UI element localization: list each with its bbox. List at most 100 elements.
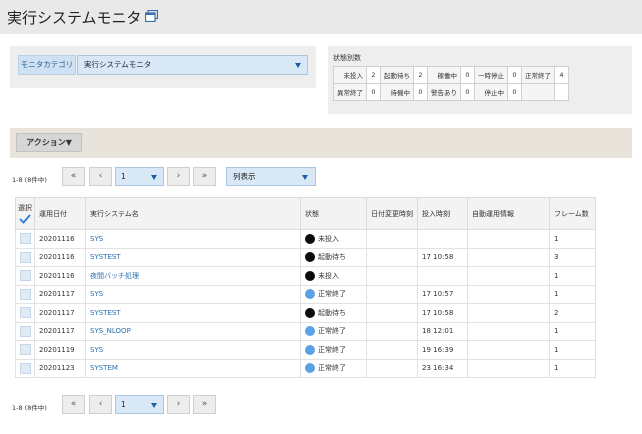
status-text: 未投入 xyxy=(318,271,339,280)
auto-info-cell xyxy=(467,321,550,341)
table-row[interactable]: 20201116 夜間バッチ処理 未投入 1 xyxy=(15,266,596,286)
table-row[interactable]: 20201116 SYS 未投入 1 xyxy=(15,229,596,249)
prev-page-button[interactable]: ‹ xyxy=(89,167,112,186)
status-label: 一時停止 xyxy=(474,66,508,84)
auto-info-column-header[interactable]: 自動運用情報 xyxy=(467,197,550,230)
system-name-link[interactable]: SYS_NLOOP xyxy=(85,321,301,341)
system-name-link[interactable]: SYSTEM xyxy=(85,358,301,378)
table-row[interactable]: 20201123 SYSTEM 正常終了 23 16:34 1 xyxy=(15,358,596,378)
page-number: 1 xyxy=(121,172,126,181)
system-name-link[interactable]: 夜間バッチ処理 xyxy=(85,266,301,286)
table-row[interactable]: 20201117 SYS_NLOOP 正常終了 18 12:01 1 xyxy=(15,321,596,341)
auto-info-cell xyxy=(467,358,550,378)
input-time-cell: 23 16:34 xyxy=(417,358,468,378)
input-time-column-header[interactable]: 投入時刻 xyxy=(417,197,468,230)
status-count-table: 未投入 2 起動待ち 2 稼働中 0 一時停止 0 正常終了 4 異常終了 0 … xyxy=(333,66,569,101)
prev-page-button[interactable]: ‹ xyxy=(89,395,112,414)
status-label: 未投入 xyxy=(333,66,367,84)
row-checkbox[interactable] xyxy=(19,233,31,245)
row-checkbox[interactable] xyxy=(19,270,31,282)
status-cell: 起動待ち xyxy=(300,247,367,267)
first-page-button[interactable]: « xyxy=(62,395,85,414)
table-row[interactable]: 20201119 SYS 正常終了 19 16:39 1 xyxy=(15,340,596,360)
select-cell xyxy=(15,229,35,249)
date-cell: 20201119 xyxy=(34,340,86,360)
chevron-down-icon xyxy=(302,175,308,180)
last-page-button[interactable]: » xyxy=(193,167,216,186)
check-icon xyxy=(19,213,31,224)
table-row[interactable]: 20201117 SYSTEST 起動待ち 17 10:58 2 xyxy=(15,303,596,323)
select-cell xyxy=(15,303,35,323)
date-cell: 20201123 xyxy=(34,358,86,378)
system-name-link[interactable]: SYS xyxy=(85,229,301,249)
chevron-down-icon xyxy=(151,175,157,180)
page-select[interactable]: 1 xyxy=(115,395,164,414)
status-label: 稼働中 xyxy=(427,66,461,84)
system-name-link[interactable]: SYSTEST xyxy=(85,247,301,267)
status-cell: 未投入 xyxy=(300,229,367,249)
row-checkbox[interactable] xyxy=(19,344,31,356)
first-page-button[interactable]: « xyxy=(62,167,85,186)
row-checkbox[interactable] xyxy=(19,362,31,374)
category-selected-value: 実行システムモニタ xyxy=(84,60,152,69)
status-value: 0 xyxy=(413,83,428,101)
status-dot-icon xyxy=(305,233,315,244)
status-label: 正常終了 xyxy=(521,66,555,84)
select-cell xyxy=(15,340,35,360)
action-menu-button[interactable]: アクション▼ xyxy=(16,133,82,152)
select-column-header[interactable]: 選択 xyxy=(15,197,35,230)
date-cell: 20201116 xyxy=(34,229,86,249)
status-value: 0 xyxy=(460,83,475,101)
select-cell xyxy=(15,358,35,378)
page-title: 実行システムモニタ xyxy=(7,9,142,27)
frames-cell: 1 xyxy=(549,229,596,249)
status-dot-icon xyxy=(305,363,315,374)
system-name-column-header[interactable]: 実行システム名 xyxy=(85,197,301,230)
table-header-row: 選択 運用日付 実行システム名 状態 日付変更時刻 投入時刻 自動運用情報 フレ… xyxy=(15,197,596,230)
frames-cell: 2 xyxy=(549,303,596,323)
system-name-link[interactable]: SYS xyxy=(85,284,301,304)
status-dot-icon xyxy=(305,307,315,318)
status-text: 起動待ち xyxy=(318,308,346,317)
pager-bottom: 1-8 (8件中) « ‹ 1 › » xyxy=(12,395,222,415)
system-name-link[interactable]: SYSTEST xyxy=(85,303,301,323)
frames-cell: 3 xyxy=(549,247,596,267)
row-checkbox[interactable] xyxy=(19,307,31,319)
date-change-column-header[interactable]: 日付変更時刻 xyxy=(366,197,418,230)
status-label: 異常終了 xyxy=(333,83,367,101)
action-bar: アクション▼ xyxy=(10,128,632,158)
date-column-header[interactable]: 運用日付 xyxy=(34,197,86,230)
table-row[interactable]: 20201116 SYSTEST 起動待ち 17 10:58 3 xyxy=(15,247,596,267)
status-row: 未投入 2 起動待ち 2 稼働中 0 一時停止 0 正常終了 4 xyxy=(333,66,569,84)
table-row[interactable]: 20201117 SYS 正常終了 17 10:57 1 xyxy=(15,284,596,304)
system-name-link[interactable]: SYS xyxy=(85,340,301,360)
select-cell xyxy=(15,247,35,267)
status-count-title: 状態別数 xyxy=(333,54,361,62)
row-checkbox[interactable] xyxy=(19,288,31,300)
date-cell: 20201116 xyxy=(34,247,86,267)
column-view-select[interactable]: 列表示 xyxy=(226,167,316,186)
status-text: 正常終了 xyxy=(318,327,346,336)
page-select[interactable]: 1 xyxy=(115,167,164,186)
status-label: 起動待ち xyxy=(380,66,414,84)
last-page-button[interactable]: » xyxy=(193,395,216,414)
status-dot-icon xyxy=(305,326,315,337)
date-cell: 20201116 xyxy=(34,266,86,286)
status-cell: 正常終了 xyxy=(300,340,367,360)
row-checkbox[interactable] xyxy=(19,251,31,263)
window-restore-icon[interactable] xyxy=(145,10,158,22)
status-column-header[interactable]: 状態 xyxy=(300,197,367,230)
frames-column-header[interactable]: フレーム数 xyxy=(549,197,596,230)
next-page-button[interactable]: › xyxy=(167,395,190,414)
status-value: 0 xyxy=(366,83,381,101)
system-table: 選択 運用日付 実行システム名 状態 日付変更時刻 投入時刻 自動運用情報 フレ… xyxy=(15,197,596,378)
next-page-button[interactable]: › xyxy=(167,167,190,186)
status-empty-cell xyxy=(554,83,569,101)
row-checkbox[interactable] xyxy=(19,325,31,337)
frames-cell: 1 xyxy=(549,284,596,304)
frames-cell: 1 xyxy=(549,321,596,341)
category-select[interactable]: 実行システムモニタ xyxy=(77,55,308,75)
status-value: 2 xyxy=(366,66,381,84)
input-time-cell: 17 10:57 xyxy=(417,284,468,304)
input-time-cell: 17 10:58 xyxy=(417,247,468,267)
